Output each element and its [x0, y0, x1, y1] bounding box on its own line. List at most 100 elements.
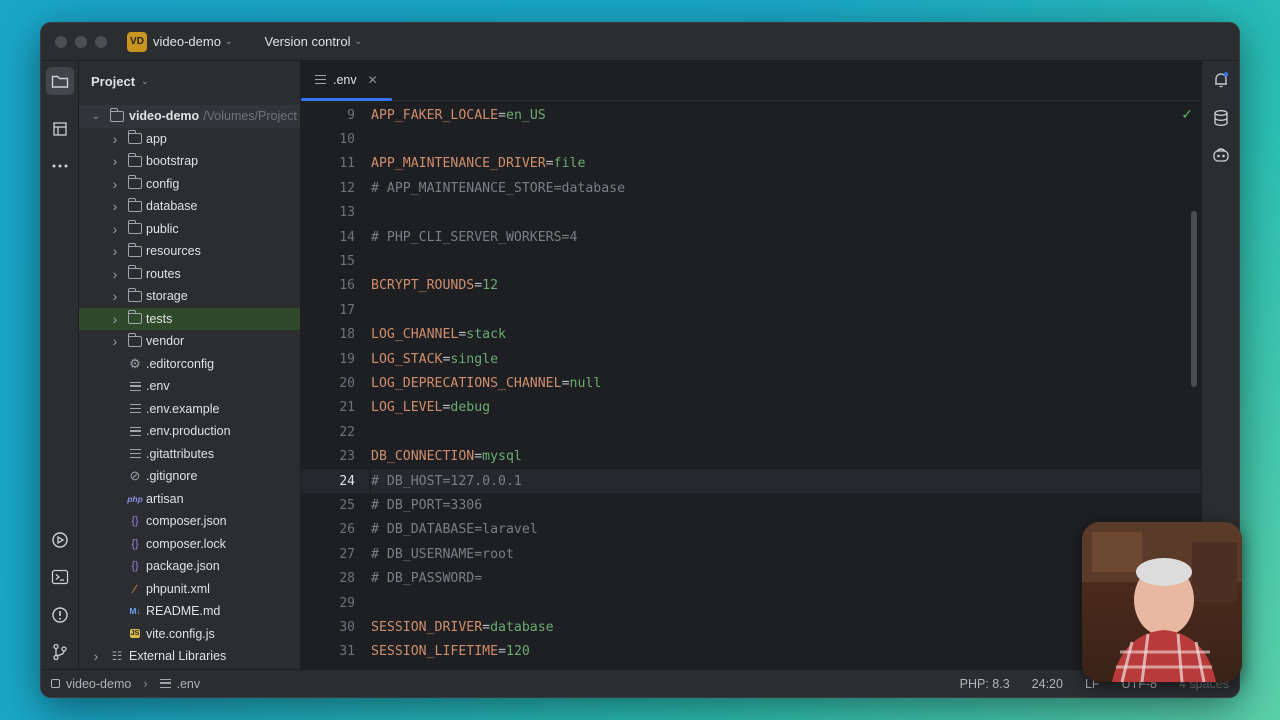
tree-item[interactable]: JS vite.config.js — [79, 623, 300, 646]
tree-item[interactable]: › config — [79, 173, 300, 196]
code-line[interactable]: # DB_PASSWORD= — [371, 567, 1203, 591]
chevron-right-icon[interactable]: › — [110, 266, 120, 282]
tree-item[interactable]: ⚙ .editorconfig — [79, 353, 300, 376]
terminal-icon[interactable] — [46, 563, 74, 591]
gutter-row[interactable]: 16 — [301, 274, 369, 298]
gutter-row[interactable]: 31 — [301, 640, 369, 664]
gutter-row[interactable]: 19 — [301, 347, 369, 371]
tree-item[interactable]: M↓ README.md — [79, 600, 300, 623]
tree-item[interactable]: ⊘ .gitignore — [79, 465, 300, 488]
gutter-row[interactable]: 12 — [301, 176, 369, 200]
gutter-row[interactable]: 26 — [301, 518, 369, 542]
gutter-row[interactable]: 14 — [301, 225, 369, 249]
gutter-row[interactable]: 15 — [301, 249, 369, 273]
code-line[interactable] — [371, 249, 1203, 273]
chevron-right-icon[interactable]: › — [110, 176, 120, 192]
gutter-row[interactable]: 18 — [301, 323, 369, 347]
code-line[interactable]: APP_FAKER_LOCALE = en_US — [371, 103, 1203, 127]
gutter-row[interactable]: 28 — [301, 567, 369, 591]
gutter-row[interactable]: 13 — [301, 201, 369, 225]
gutter-row[interactable]: 27 — [301, 542, 369, 566]
project-badge[interactable]: VD — [127, 31, 147, 52]
tree-item[interactable]: › vendor — [79, 330, 300, 353]
code-line[interactable] — [371, 127, 1203, 151]
git-branch-icon[interactable] — [46, 638, 74, 666]
code-view[interactable]: APP_FAKER_LOCALE = en_US APP_MAINTENANCE_DR… — [371, 103, 1203, 684]
close-tab-icon[interactable]: ✕ — [368, 73, 378, 87]
project-folder-icon[interactable] — [46, 67, 74, 95]
gutter-row[interactable]: 17 — [301, 298, 369, 322]
chevron-right-icon[interactable]: › — [110, 311, 120, 327]
code-line[interactable]: # DB_DATABASE=laravel — [371, 518, 1203, 542]
code-line[interactable]: LOG_STACK = single — [371, 347, 1203, 371]
editor-scrollbar[interactable] — [1191, 211, 1197, 387]
tree-item[interactable]: {} composer.json — [79, 510, 300, 533]
tree-item[interactable]: › tests — [79, 307, 300, 330]
ai-assistant-icon[interactable] — [1207, 141, 1235, 169]
minimize-window-button[interactable] — [75, 35, 87, 48]
code-line[interactable]: # APP_MAINTENANCE_STORE=database — [371, 176, 1203, 200]
close-window-button[interactable] — [55, 35, 67, 48]
chevron-right-icon[interactable]: › — [110, 221, 120, 237]
structure-icon[interactable] — [46, 115, 74, 143]
code-line[interactable] — [371, 201, 1203, 225]
code-line[interactable]: LOG_DEPRECATIONS_CHANNEL = null — [371, 371, 1203, 395]
tree-item[interactable]: › bootstrap — [79, 150, 300, 173]
database-icon[interactable] — [1207, 104, 1235, 132]
no-problems-check-icon[interactable]: ✓ — [1181, 107, 1193, 123]
breadcrumb-project[interactable]: video-demo — [66, 677, 131, 691]
more-tools-icon[interactable] — [46, 152, 74, 180]
tree-item[interactable]: ∕ phpunit.xml — [79, 578, 300, 601]
code-line[interactable]: # DB_PORT=3306 — [371, 493, 1203, 517]
gutter-row[interactable]: 9 — [301, 103, 369, 127]
chevron-down-icon[interactable]: ⌄ — [91, 111, 101, 122]
version-control-menu[interactable]: Version control ⌄ — [264, 34, 362, 49]
chevron-right-icon[interactable]: › — [110, 198, 120, 214]
code-line[interactable]: LOG_LEVEL = debug — [371, 396, 1203, 420]
tree-item[interactable]: › public — [79, 218, 300, 241]
notifications-bell-icon[interactable] — [1207, 66, 1235, 94]
project-switcher[interactable]: video-demo ⌄ — [153, 34, 232, 49]
php-version[interactable]: PHP: 8.3 — [960, 677, 1010, 691]
run-icon[interactable] — [46, 526, 74, 554]
gutter-row[interactable]: 22 — [301, 420, 369, 444]
gutter-row[interactable]: 21 — [301, 396, 369, 420]
tree-item[interactable]: {} composer.lock — [79, 533, 300, 556]
tree-item[interactable]: › storage — [79, 285, 300, 308]
breadcrumb-file[interactable]: .env — [177, 677, 201, 691]
chevron-right-icon[interactable]: › — [91, 648, 101, 664]
code-line[interactable] — [371, 420, 1203, 444]
gutter-row[interactable]: 10 — [301, 127, 369, 151]
tree-item[interactable]: {} package.json — [79, 555, 300, 578]
code-line[interactable]: LOG_CHANNEL = stack — [371, 323, 1203, 347]
chevron-right-icon[interactable]: › — [110, 288, 120, 304]
gutter-row[interactable]: 23 — [301, 445, 369, 469]
tree-item[interactable]: › app — [79, 128, 300, 151]
code-line[interactable] — [371, 298, 1203, 322]
chevron-right-icon[interactable]: › — [110, 333, 120, 349]
tree-item-external-libraries[interactable]: › ☷ External Libraries — [79, 645, 300, 668]
code-line[interactable]: # PHP_CLI_SERVER_WORKERS=4 — [371, 225, 1203, 249]
gutter-row[interactable]: 11 — [301, 152, 369, 176]
code-line[interactable]: # DB_USERNAME=root — [371, 542, 1203, 566]
cursor-position[interactable]: 24:20 — [1032, 677, 1063, 691]
tree-item[interactable]: .gitattributes — [79, 443, 300, 466]
code-line[interactable] — [371, 591, 1203, 615]
gutter-row[interactable]: 29 — [301, 591, 369, 615]
problems-icon[interactable] — [46, 601, 74, 629]
gutter-row[interactable]: 24 — [301, 469, 369, 494]
tree-item[interactable]: php artisan — [79, 488, 300, 511]
tree-item[interactable]: › routes — [79, 263, 300, 286]
tree-item[interactable]: .env — [79, 375, 300, 398]
chevron-right-icon[interactable]: › — [110, 243, 120, 259]
code-line[interactable]: APP_MAINTENANCE_DRIVER = file — [371, 152, 1203, 176]
tree-item[interactable]: › resources — [79, 240, 300, 263]
code-line[interactable]: # DB_HOST=127.0.0.1 — [371, 469, 1203, 494]
chevron-right-icon[interactable]: › — [110, 153, 120, 169]
tree-item[interactable]: .env.example — [79, 398, 300, 421]
tree-root-video-demo[interactable]: ⌄ video-demo/Volumes/Project — [79, 105, 300, 128]
tab-env[interactable]: .env ✕ — [301, 60, 392, 101]
gutter-row[interactable]: 25 — [301, 493, 369, 517]
project-panel-header[interactable]: Project ⌄ — [79, 61, 300, 101]
code-line[interactable]: BCRYPT_ROUNDS = 12 — [371, 274, 1203, 298]
